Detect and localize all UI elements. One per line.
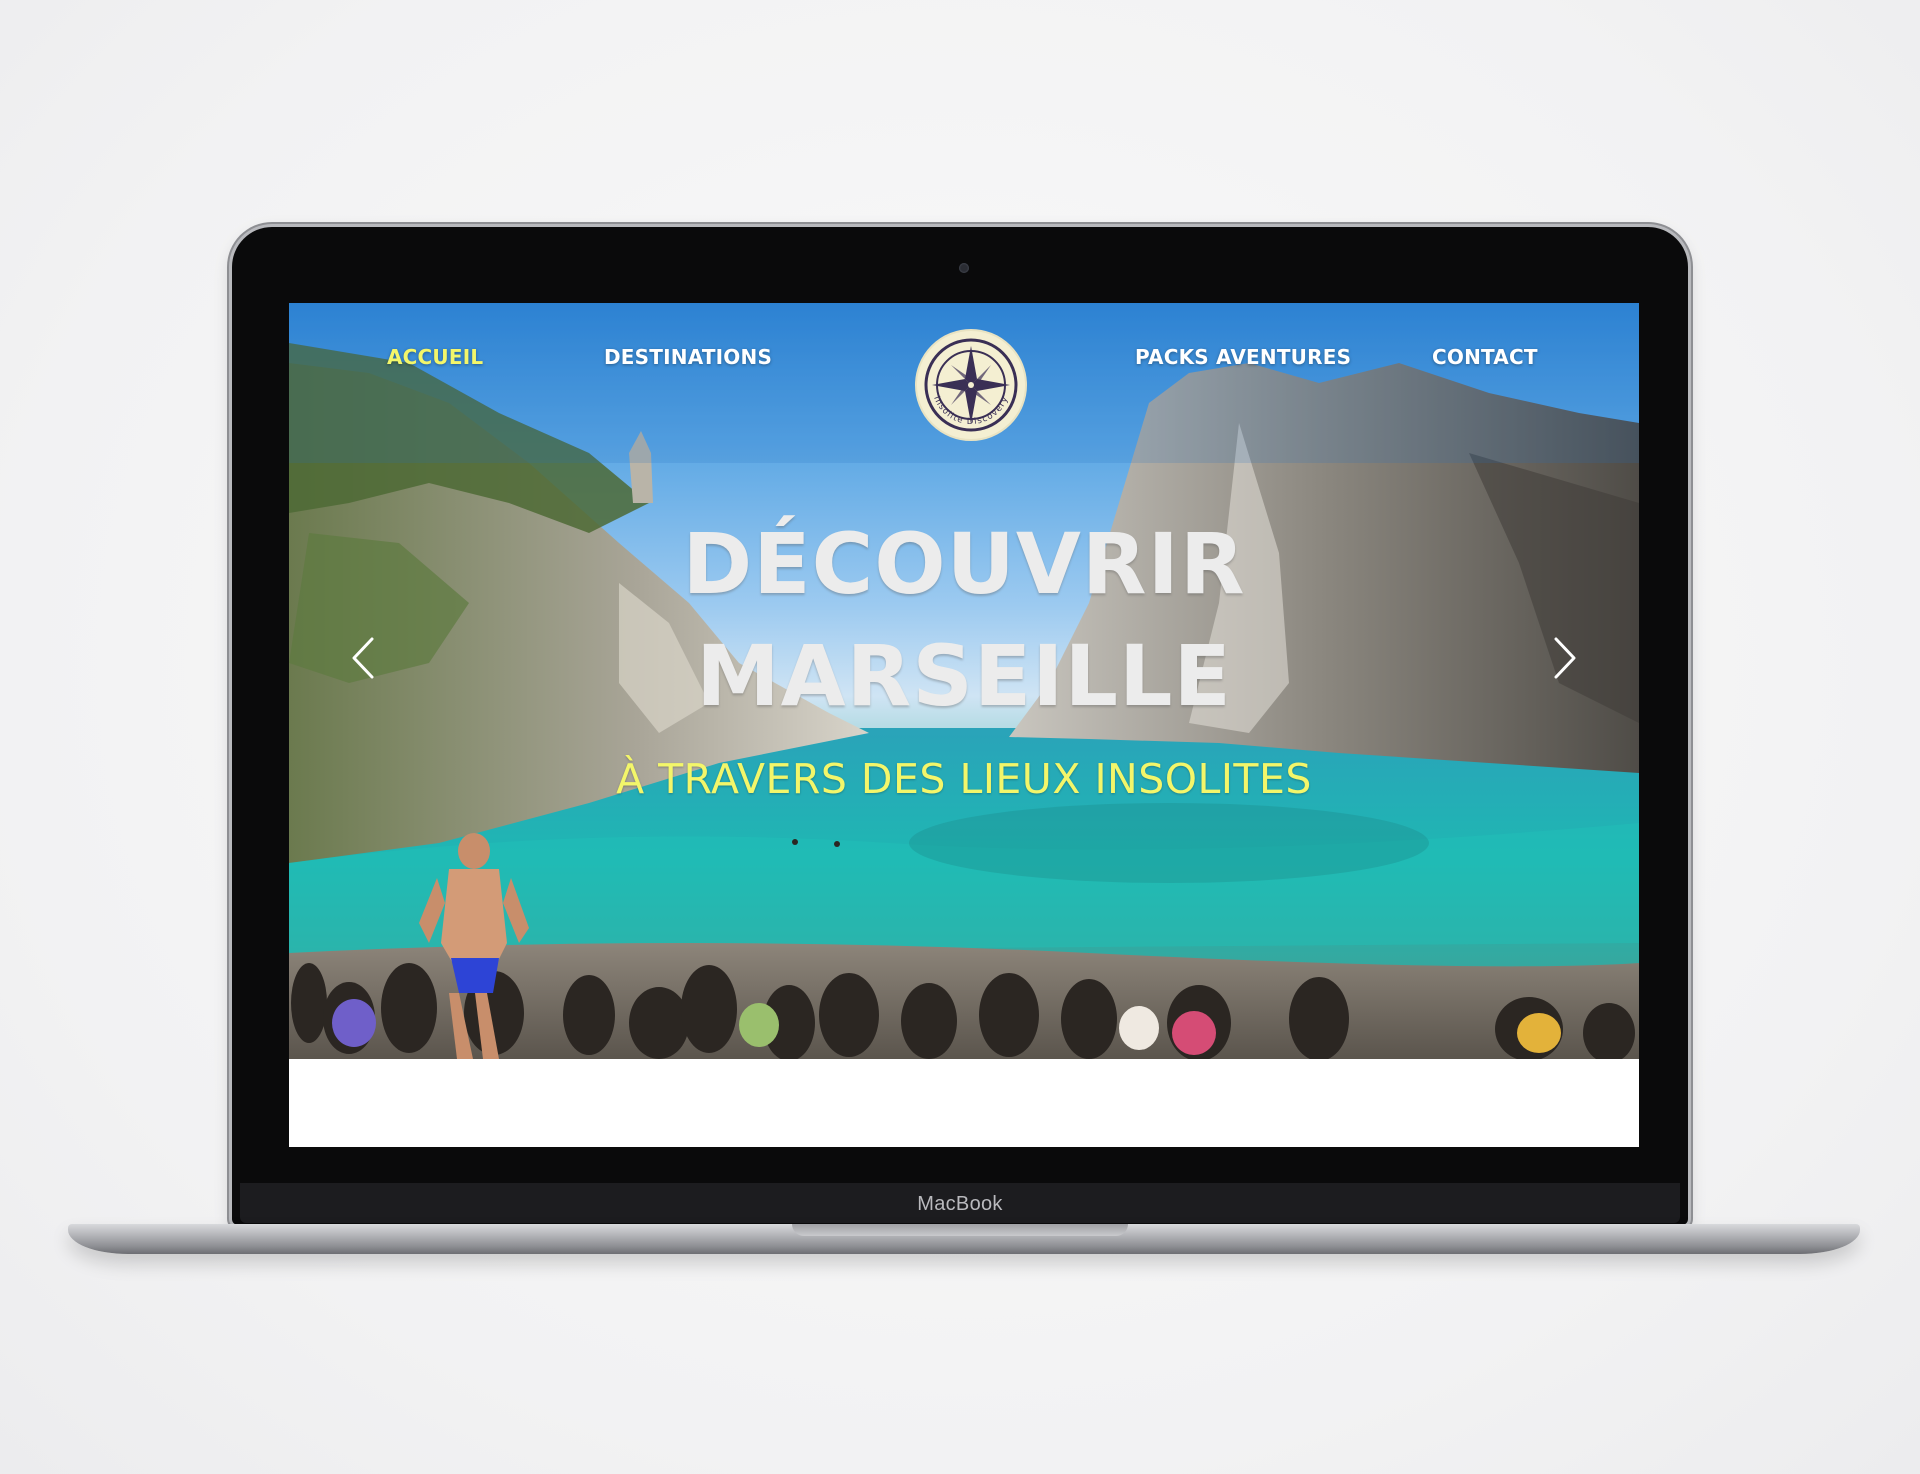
nav-link-destinations[interactable]: DESTINATIONS <box>604 345 772 369</box>
headline-line-1: DÉCOUVRIR <box>682 515 1246 613</box>
compass-rose-icon: Insolite Discovery <box>915 329 1027 441</box>
browser-viewport: ACCUEIL DESTINATIONS Insolite Discovery … <box>289 303 1639 1147</box>
headline-line-2: MARSEILLE <box>696 627 1232 725</box>
nav-link-contact[interactable]: CONTACT <box>1432 345 1538 369</box>
webcam <box>959 263 969 273</box>
hero-subtitle: À TRAVERS DES LIEUX INSOLITES <box>616 755 1312 803</box>
insolite-discovery-logo[interactable]: Insolite Discovery <box>914 328 1028 442</box>
chevron-left-icon <box>352 637 374 679</box>
laptop-hinge-notch <box>792 1224 1128 1236</box>
chevron-right-icon <box>1554 637 1576 679</box>
carousel-next-button[interactable] <box>1544 633 1584 683</box>
nav-link-accueil[interactable]: ACCUEIL <box>387 345 483 369</box>
mockup-stage: ACCUEIL DESTINATIONS Insolite Discovery … <box>0 0 1920 1474</box>
hero-headline: DÉCOUVRIR MARSEILLE <box>289 508 1639 732</box>
nav-link-packs-aventures[interactable]: PACKS AVENTURES <box>1135 345 1351 369</box>
device-brand-label: MacBook <box>917 1193 1003 1215</box>
carousel-prev-button[interactable] <box>344 633 384 683</box>
hero-section: ACCUEIL DESTINATIONS Insolite Discovery … <box>289 303 1639 1059</box>
